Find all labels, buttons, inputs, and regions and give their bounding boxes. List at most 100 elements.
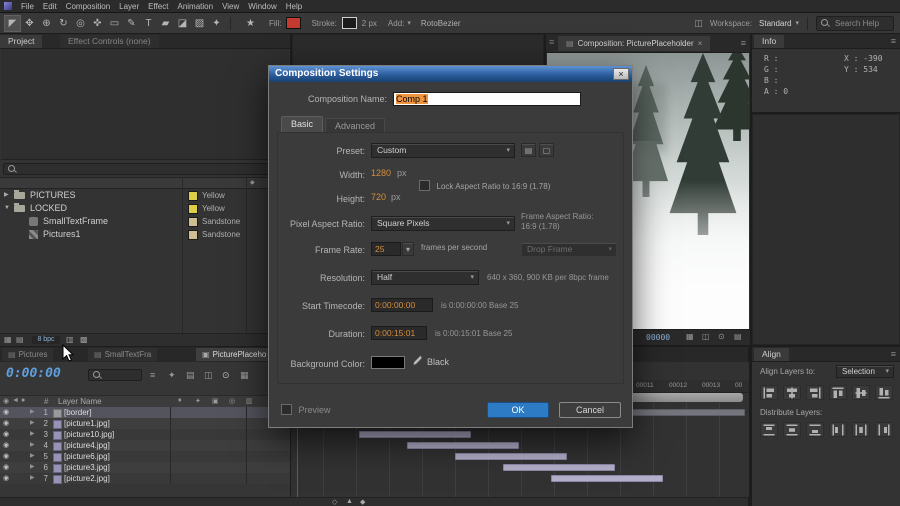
- tab-project[interactable]: Project: [0, 35, 43, 48]
- align-vertical-center-button[interactable]: [852, 385, 870, 400]
- save-preset-icon[interactable]: [521, 143, 536, 157]
- composition-name-input[interactable]: Comp 1: [393, 92, 581, 106]
- color-depth-icon[interactable]: [80, 335, 88, 344]
- item-name[interactable]: PICTURES: [30, 189, 76, 202]
- twirl-icon[interactable]: ▶: [4, 189, 9, 202]
- align-bottom-button[interactable]: [875, 385, 893, 400]
- duration-input[interactable]: 0:00:15:01: [371, 326, 427, 340]
- expand-arrow-icon[interactable]: [30, 473, 35, 484]
- tab-pictureplaceholder[interactable]: PicturePlaceho: [196, 348, 273, 361]
- tab-smalltextframe[interactable]: SmallTextFra: [88, 348, 158, 361]
- tab-effect-controls[interactable]: Effect Controls (none): [60, 35, 159, 48]
- rotation-tool-icon[interactable]: ↻: [55, 15, 72, 32]
- puppet-pin-tool-icon[interactable]: ✦: [208, 15, 225, 32]
- distribute-bottom-button[interactable]: [806, 422, 824, 437]
- lock-aspect-checkbox[interactable]: [419, 180, 430, 191]
- panel-menu-icon[interactable]: [891, 36, 896, 46]
- region-of-interest-icon[interactable]: [718, 332, 725, 341]
- search-input[interactable]: [833, 17, 889, 29]
- expand-arrow-icon[interactable]: [30, 407, 35, 418]
- project-item-pictures[interactable]: ▶ PICTURES Yellow: [0, 189, 290, 202]
- pan-behind-tool-icon[interactable]: ✜: [89, 15, 106, 32]
- distribute-horizontal-center-button[interactable]: [852, 422, 870, 437]
- menu-view[interactable]: View: [222, 2, 239, 11]
- stroke-color-swatch[interactable]: [341, 17, 357, 29]
- align-horizontal-center-button[interactable]: [783, 385, 801, 400]
- new-composition-icon[interactable]: [66, 335, 74, 344]
- frame-rate-input[interactable]: 25: [371, 242, 401, 256]
- motion-blur-icon[interactable]: [222, 370, 230, 381]
- height-value[interactable]: 720: [371, 192, 386, 202]
- pen-tool-icon[interactable]: ✎: [123, 15, 140, 32]
- fill-color-swatch[interactable]: [286, 17, 302, 29]
- composition-mini-flowchart-icon[interactable]: [150, 370, 155, 380]
- menu-window[interactable]: Window: [248, 2, 276, 11]
- menu-animation[interactable]: Animation: [177, 2, 213, 11]
- label-color-name[interactable]: Sandstone: [202, 228, 240, 241]
- align-right-button[interactable]: [806, 385, 824, 400]
- menu-layer[interactable]: Layer: [119, 2, 139, 11]
- frame-blend-icon[interactable]: [204, 370, 213, 381]
- eyedropper-icon[interactable]: [411, 354, 423, 369]
- label-color-chip[interactable]: [188, 204, 198, 214]
- item-name[interactable]: Pictures1: [43, 228, 81, 241]
- label-color-chip[interactable]: [188, 191, 198, 201]
- tab-pictures[interactable]: Pictures: [2, 348, 54, 361]
- menu-edit[interactable]: Edit: [43, 2, 57, 11]
- layer-duration-bar[interactable]: [407, 442, 519, 449]
- distribute-vertical-center-button[interactable]: [783, 422, 801, 437]
- brush-tool-icon[interactable]: ▰: [157, 15, 174, 32]
- layer-duration-bar[interactable]: [503, 464, 615, 471]
- dialog-title-bar[interactable]: Composition Settings: [269, 66, 632, 82]
- panel-menu-icon[interactable]: [741, 38, 746, 48]
- bit-depth-button[interactable]: 8 bpc: [32, 336, 60, 344]
- camera-tool-icon[interactable]: ◎: [72, 15, 89, 32]
- eye-icon[interactable]: [3, 418, 9, 429]
- start-timecode-input[interactable]: 0:00:00:00: [371, 298, 433, 312]
- expand-arrow-icon[interactable]: [30, 462, 35, 473]
- layer-name[interactable]: [picture4.jpg]: [64, 440, 110, 451]
- workspace-chevron-icon[interactable]: [795, 19, 799, 27]
- project-search-box[interactable]: [3, 163, 295, 175]
- selection-tool-icon[interactable]: ◤: [4, 14, 21, 32]
- tab-info[interactable]: Info: [754, 35, 785, 48]
- clone-stamp-tool-icon[interactable]: ◪: [174, 15, 191, 32]
- tab-align[interactable]: Align: [754, 348, 789, 361]
- align-left-button[interactable]: [760, 385, 778, 400]
- preview-checkbox[interactable]: [281, 404, 292, 415]
- layer-color-chip[interactable]: [53, 420, 62, 429]
- zoom-out-icon[interactable]: [332, 498, 337, 506]
- preset-dropdown[interactable]: Custom: [371, 143, 515, 158]
- project-item-locked[interactable]: ▼ LOCKED Yellow: [0, 202, 290, 215]
- zoom-in-icon[interactable]: [360, 498, 365, 506]
- grid-toggle-icon[interactable]: [686, 332, 694, 341]
- timeline-search-box[interactable]: [88, 369, 142, 381]
- zoom-tool-icon[interactable]: ⊕: [38, 15, 55, 32]
- eye-icon[interactable]: [3, 440, 9, 451]
- item-name[interactable]: SmallTextFrame: [43, 215, 108, 228]
- eraser-tool-icon[interactable]: ▨: [191, 15, 208, 32]
- background-color-swatch[interactable]: [371, 356, 405, 369]
- frame-rate-chevron-icon[interactable]: [402, 242, 414, 256]
- layer-color-chip[interactable]: [53, 453, 62, 462]
- eye-icon[interactable]: [3, 473, 9, 484]
- layer-name[interactable]: [picture6.jpg]: [64, 451, 110, 462]
- current-timecode[interactable]: 0:00:00: [6, 366, 61, 381]
- interpret-footage-icon[interactable]: [4, 335, 12, 344]
- align-to-dropdown[interactable]: Selection: [836, 365, 894, 378]
- eye-icon[interactable]: [3, 451, 9, 462]
- layer-color-chip[interactable]: [53, 442, 62, 451]
- tab-basic[interactable]: Basic: [281, 116, 324, 132]
- layer-name[interactable]: [picture2.jpg]: [64, 473, 110, 484]
- ok-button[interactable]: OK: [487, 402, 549, 418]
- label-color-name[interactable]: Sandstone: [202, 215, 240, 228]
- width-value[interactable]: 1280: [371, 168, 391, 178]
- distribute-top-button[interactable]: [760, 422, 778, 437]
- label-color-name[interactable]: Yellow: [202, 189, 225, 202]
- star-icon[interactable]: ★: [242, 15, 259, 32]
- new-folder-icon[interactable]: [16, 335, 24, 344]
- menu-effect[interactable]: Effect: [148, 2, 168, 11]
- close-icon[interactable]: ×: [613, 68, 629, 80]
- type-tool-icon[interactable]: T: [140, 15, 157, 32]
- item-name[interactable]: LOCKED: [30, 202, 67, 215]
